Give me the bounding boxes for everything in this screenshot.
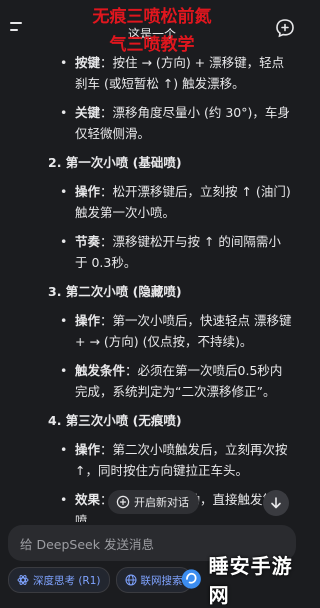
bullet-text: ：松开漂移键后，立刻按 ↑ (油门) 触发第一次小喷。 [75, 184, 291, 220]
bullet-label: 节奏 [75, 234, 101, 249]
bullet-text: ：第一次小喷后，快速轻点 漂移键 + → (方向) (仅点按，不持续)。 [75, 313, 292, 349]
bullet-label: 关键 [75, 105, 101, 120]
bullet-label: 触发条件 [75, 363, 126, 378]
watermark: 睡安手游网 [180, 554, 300, 607]
section-heading: 2. 第一次小喷 (基础喷) [48, 155, 182, 170]
bullet-label: 操作 [75, 442, 101, 457]
bullet-text: ：按住 → (方向) + 漂移键，轻点刹车 (或短暂松 ↑) 触发漂移。 [75, 55, 285, 91]
section-heading: 4. 第三次小喷 (无痕喷) [48, 413, 182, 428]
chat-message: 按键：按住 → (方向) + 漂移键，轻点刹车 (或短暂松 ↑) 触发漂移。 关… [0, 52, 304, 522]
deep-think-toggle[interactable]: 深度思考 (R1) [8, 567, 110, 593]
list-item: 操作：松开漂移键后，立刻按 ↑ (油门) 触发第一次小喷。 [0, 181, 304, 223]
section-heading: 3. 第二次小喷 (隐藏喷) [48, 284, 182, 299]
new-chat-icon[interactable] [274, 17, 296, 39]
chip-label: 联网搜索 [140, 574, 183, 587]
scroll-down-button[interactable] [263, 490, 289, 516]
message-input-placeholder: 给 DeepSeek 发送消息 [20, 537, 154, 552]
watermark-text: 睡安手游网 [208, 554, 293, 607]
globe-icon [125, 574, 137, 586]
overlay-title-line1: 无痕三喷松前氮 [92, 7, 212, 27]
chat-plus-icon [116, 495, 130, 509]
list-item: 按键：按住 → (方向) + 漂移键，轻点刹车 (或短暂松 ↑) 触发漂移。 [0, 52, 304, 94]
list-item: 关键：漂移角度尽量小 (约 30°)，车身仅轻微侧滑。 [0, 102, 304, 144]
bullet-label: 操作 [75, 313, 101, 328]
new-chat-button[interactable]: 开启新对话 [108, 490, 199, 514]
bullet-text: ：第二次小喷触发后，立刻再次按 ↑，同时按住方向键拉正车头。 [75, 442, 288, 478]
bullet-text: ：漂移角度尽量小 (约 30°)，车身仅轻微侧滑。 [75, 105, 290, 141]
chip-label: 深度思考 (R1) [33, 574, 101, 587]
bullet-text: ：漂移键松开与按 ↑ 的间隔需小于 0.3秒。 [75, 234, 281, 270]
top-bar: 无痕三喷松前氮 这是一个 气三喷教学 [0, 0, 304, 55]
list-item: 操作：第二次小喷触发后，立刻再次按 ↑，同时按住方向键拉正车头。 [0, 439, 304, 481]
bullet-label: 效果 [75, 492, 101, 507]
list-item: 操作：第一次小喷后，快速轻点 漂移键 + → (方向) (仅点按，不持续)。 [0, 310, 304, 352]
watermark-logo-icon [181, 569, 201, 589]
list-item: 节奏：漂移键松开与按 ↑ 的间隔需小于 0.3秒。 [0, 231, 304, 273]
option-chips: 深度思考 (R1) 联网搜索 [8, 567, 192, 593]
atom-icon [17, 575, 29, 585]
bullet-label: 按键 [75, 55, 101, 70]
new-chat-label: 开启新对话 [134, 496, 189, 509]
arrow-down-icon [271, 497, 281, 509]
list-item: 触发条件：必须在第一次喷后0.5秒内完成，系统判定为“二次漂移修正”。 [0, 360, 304, 402]
bullet-label: 操作 [75, 184, 101, 199]
